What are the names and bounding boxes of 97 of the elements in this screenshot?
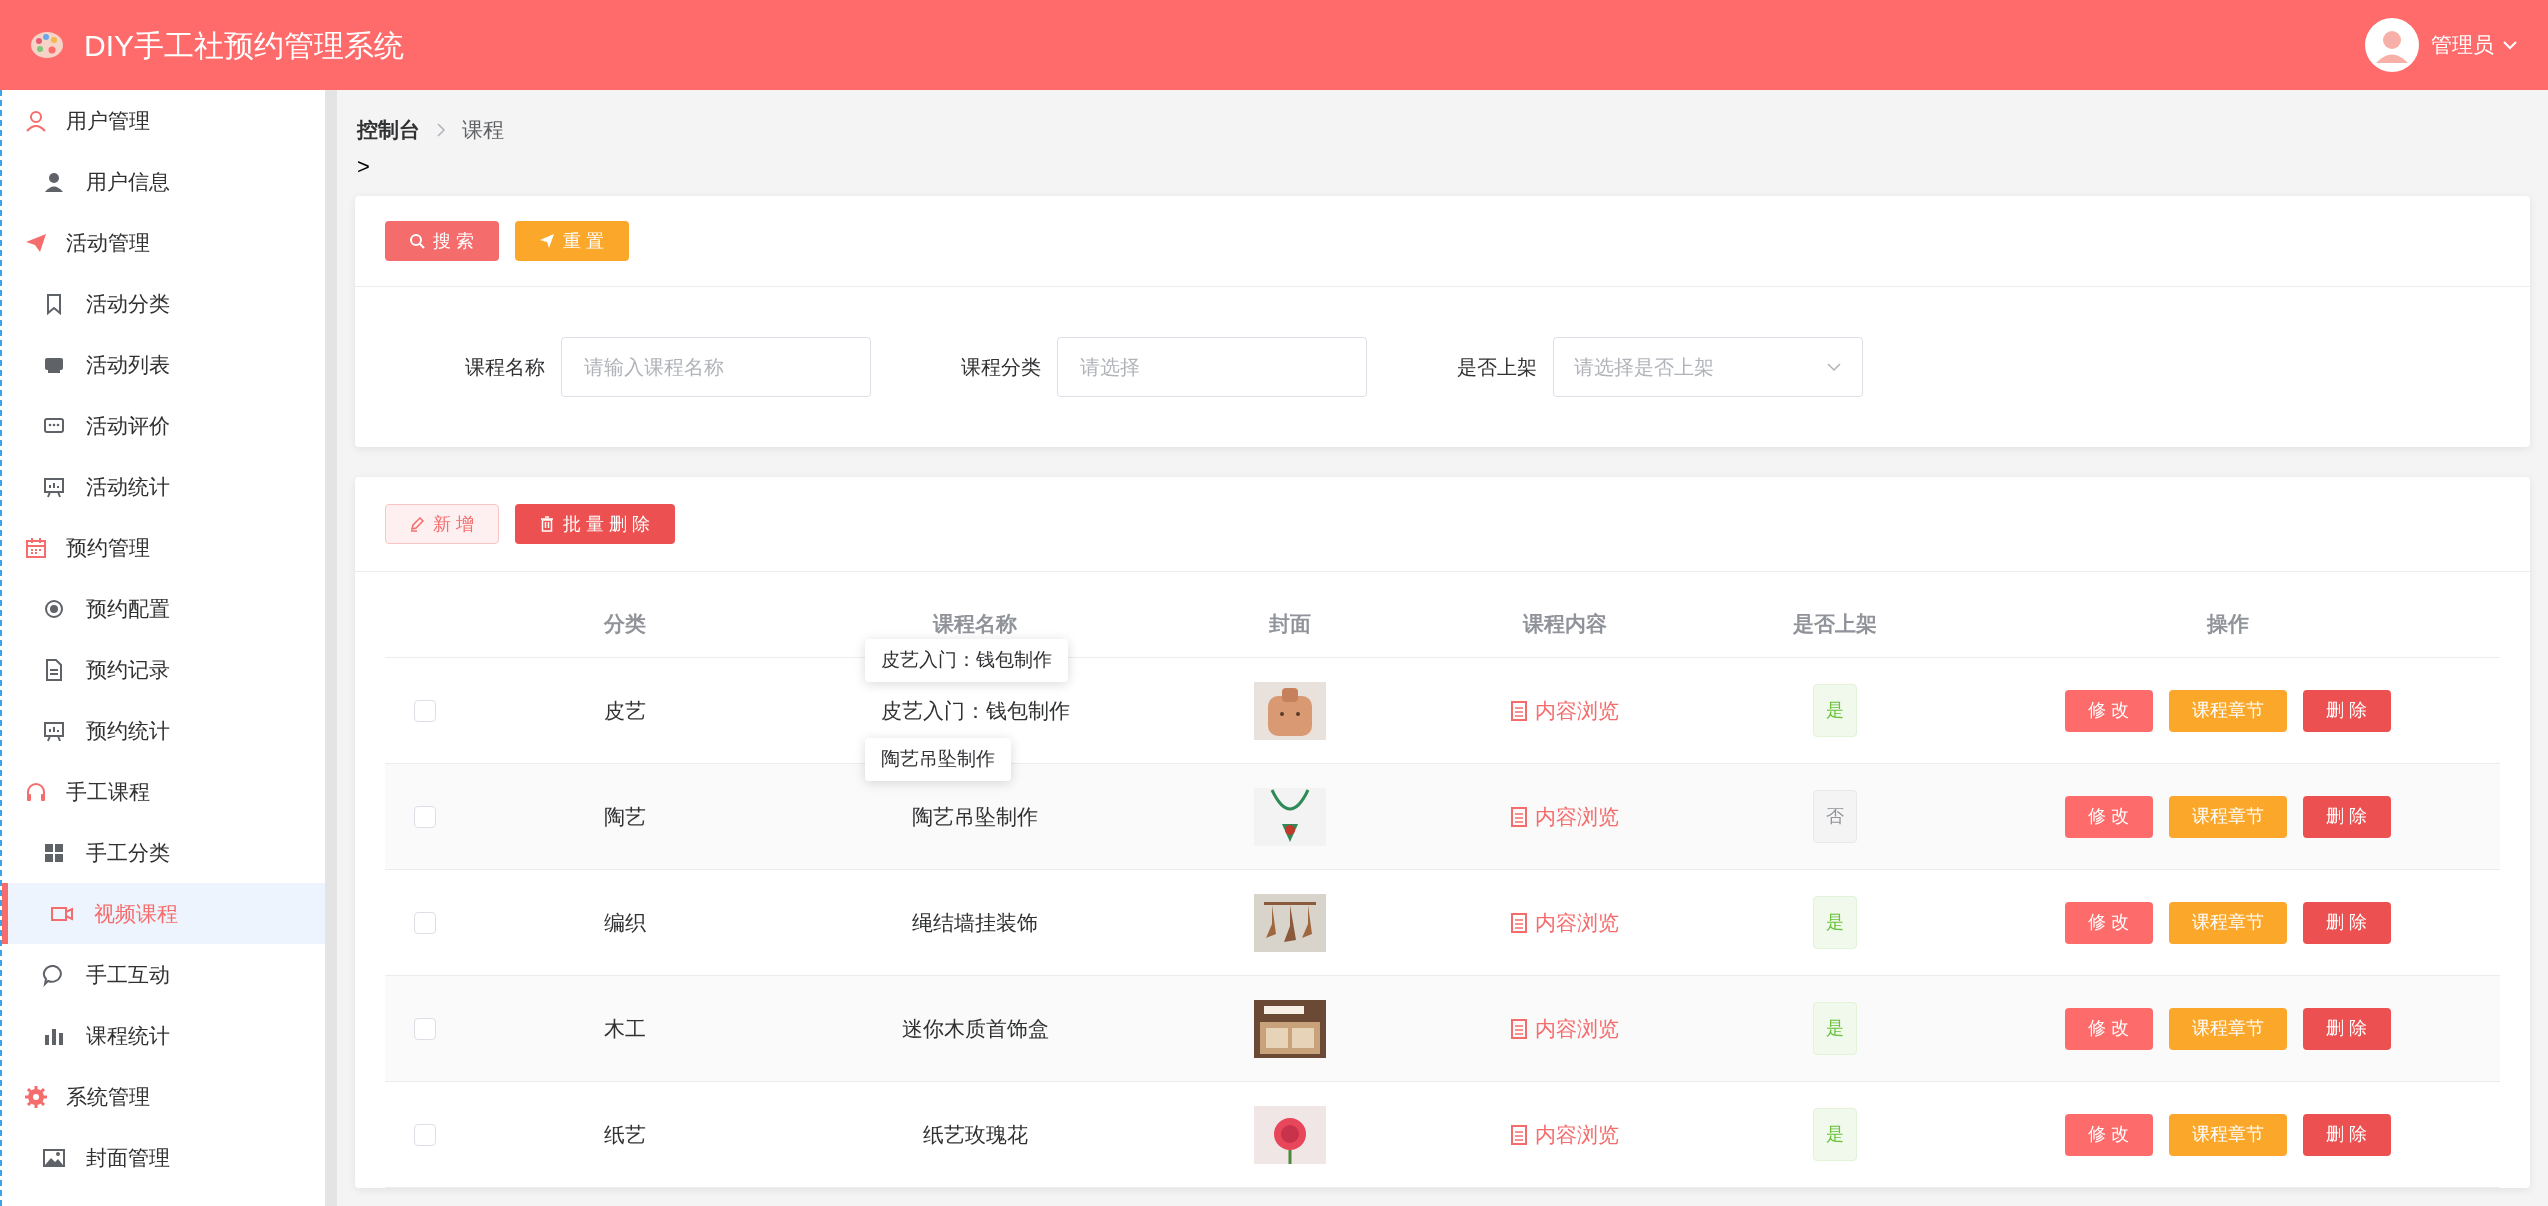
menu-group[interactable]: 手工课程	[2, 761, 325, 822]
status-tag: 否	[1813, 790, 1857, 843]
caret-icon	[2502, 40, 2518, 50]
delete-button[interactable]: 删 除	[2302, 901, 2391, 944]
delete-button[interactable]: 删 除	[2302, 689, 2391, 732]
breadcrumb-link[interactable]: 控制台	[357, 114, 420, 146]
column-header: 封面	[1269, 610, 1311, 637]
menu-item[interactable]: 用户信息	[2, 151, 325, 212]
document-icon	[1511, 1124, 1527, 1145]
menu-group[interactable]: 用户管理	[2, 90, 325, 151]
chapters-button[interactable]: 课程章节	[2168, 795, 2287, 838]
status-tag: 是	[1813, 1108, 1857, 1161]
delete-button[interactable]: 删 除	[2302, 1113, 2391, 1156]
menu-item[interactable]: 手工互动	[2, 944, 325, 1005]
menu-group[interactable]: 活动管理	[2, 212, 325, 273]
menu-item[interactable]: 活动列表	[2, 334, 325, 395]
edit-button[interactable]: 修 改	[2064, 689, 2153, 732]
delete-button[interactable]: 删 除	[2302, 795, 2391, 838]
chevron-right-icon	[436, 122, 446, 138]
table-cell-text: 编织	[604, 909, 646, 936]
table-cell-text: 迷你木质首饰盒	[901, 1015, 1049, 1042]
edit-button[interactable]: 修 改	[2064, 901, 2153, 944]
row-checkbox[interactable]	[414, 1017, 436, 1040]
document-icon	[1511, 912, 1527, 933]
search-button[interactable]: 搜 索	[385, 221, 499, 261]
menu-item[interactable]: 手工分类	[2, 822, 325, 883]
table-cell-text: 陶艺	[604, 803, 646, 830]
table-cell-text: 皮艺入门：钱包制作	[880, 697, 1070, 724]
row-checkbox[interactable]	[414, 911, 436, 934]
batch-delete-button[interactable]: 批 量 删 除	[515, 504, 675, 544]
content-link[interactable]: 内容浏览	[1511, 800, 1619, 833]
edit-button[interactable]: 修 改	[2064, 795, 2153, 838]
search-icon	[409, 233, 426, 249]
chapters-button[interactable]: 课程章节	[2168, 1113, 2287, 1156]
table-cell-text: 纸艺	[604, 1121, 646, 1148]
status-tag: 是	[1813, 1002, 1857, 1055]
filter-label: 是否上架	[1457, 355, 1537, 380]
palette-icon	[30, 30, 64, 60]
content-link[interactable]: 内容浏览	[1511, 906, 1619, 939]
menu-item[interactable]: 预约记录	[2, 639, 325, 700]
document-icon	[1511, 1018, 1527, 1039]
table-cell-text: 陶艺吊坠制作	[912, 803, 1038, 830]
reset-button[interactable]: 重 置	[515, 221, 629, 261]
menu-item[interactable]: 视频课程	[2, 883, 325, 944]
filter-label: 课程分类	[961, 355, 1041, 380]
table-cell-text: 皮艺	[604, 697, 646, 724]
row-checkbox[interactable]	[414, 699, 436, 722]
chevron-down-icon	[1826, 362, 1842, 372]
add-button[interactable]: 新 增	[385, 504, 499, 544]
edit-button[interactable]: 修 改	[2064, 1113, 2153, 1156]
column-header: 操作	[2206, 610, 2249, 637]
menu-group[interactable]: 预约管理	[2, 517, 325, 578]
input-field[interactable]: 请选择	[1057, 337, 1367, 397]
menu-item[interactable]: 预约统计	[2, 700, 325, 761]
menu-item[interactable]: 活动统计	[2, 456, 325, 517]
menu-item[interactable]: 预约配置	[2, 578, 325, 639]
status-tag: 是	[1813, 684, 1857, 737]
chapters-button[interactable]: 课程章节	[2168, 901, 2287, 944]
avatar-icon[interactable]	[2365, 18, 2419, 72]
column-header: 课程内容	[1523, 610, 1607, 637]
app-title: DIY手工社预约管理系统	[84, 27, 404, 64]
pencil-icon	[409, 516, 426, 532]
menu-item[interactable]: 活动评价	[2, 395, 325, 456]
row-checkbox[interactable]	[414, 805, 436, 828]
menu-item[interactable]: 封面管理	[2, 1127, 325, 1188]
chapters-button[interactable]: 课程章节	[2168, 689, 2287, 732]
content-link[interactable]: 内容浏览	[1511, 1118, 1619, 1151]
filter-label: 课程名称	[465, 355, 545, 380]
row-checkbox[interactable]	[414, 1123, 436, 1146]
trash-icon	[539, 516, 556, 532]
user-menu[interactable]: 管理员	[2431, 29, 2518, 61]
column-header: 课程名称	[933, 610, 1017, 637]
table-cell-text: 绳结墙挂装饰	[912, 909, 1038, 936]
breadcrumb-link[interactable]: 课程	[462, 114, 504, 146]
status-tag: 是	[1813, 896, 1857, 949]
document-icon	[1511, 700, 1527, 721]
edit-button[interactable]: 修 改	[2064, 1007, 2153, 1050]
menu-group[interactable]: 系统管理	[2, 1066, 325, 1127]
tooltip: 陶艺吊坠制作	[865, 738, 1011, 781]
table-cell-text: 木工	[604, 1015, 646, 1042]
paper-plane-icon	[539, 233, 556, 249]
content-link[interactable]: 内容浏览	[1511, 694, 1619, 727]
menu-item[interactable]: 课程统计	[2, 1005, 325, 1066]
person-icon	[24, 108, 48, 133]
column-header: 分类	[604, 610, 646, 637]
chapters-button[interactable]: 课程章节	[2168, 1007, 2287, 1050]
table-cell-text: 纸艺玫瑰花	[922, 1121, 1028, 1148]
input-field[interactable]: 请输入课程名称	[561, 337, 871, 397]
delete-button[interactable]: 删 除	[2302, 1007, 2391, 1050]
select-field[interactable]: 请选择是否上架	[1553, 337, 1863, 397]
breadcrumb-text: >	[356, 153, 371, 181]
tooltip: 皮艺入门：钱包制作	[865, 639, 1068, 682]
document-icon	[1511, 806, 1527, 827]
menu-item[interactable]: 活动分类	[2, 273, 325, 334]
content-link[interactable]: 内容浏览	[1511, 1012, 1619, 1045]
column-header: 是否上架	[1793, 610, 1877, 637]
calendar-icon	[24, 535, 48, 560]
